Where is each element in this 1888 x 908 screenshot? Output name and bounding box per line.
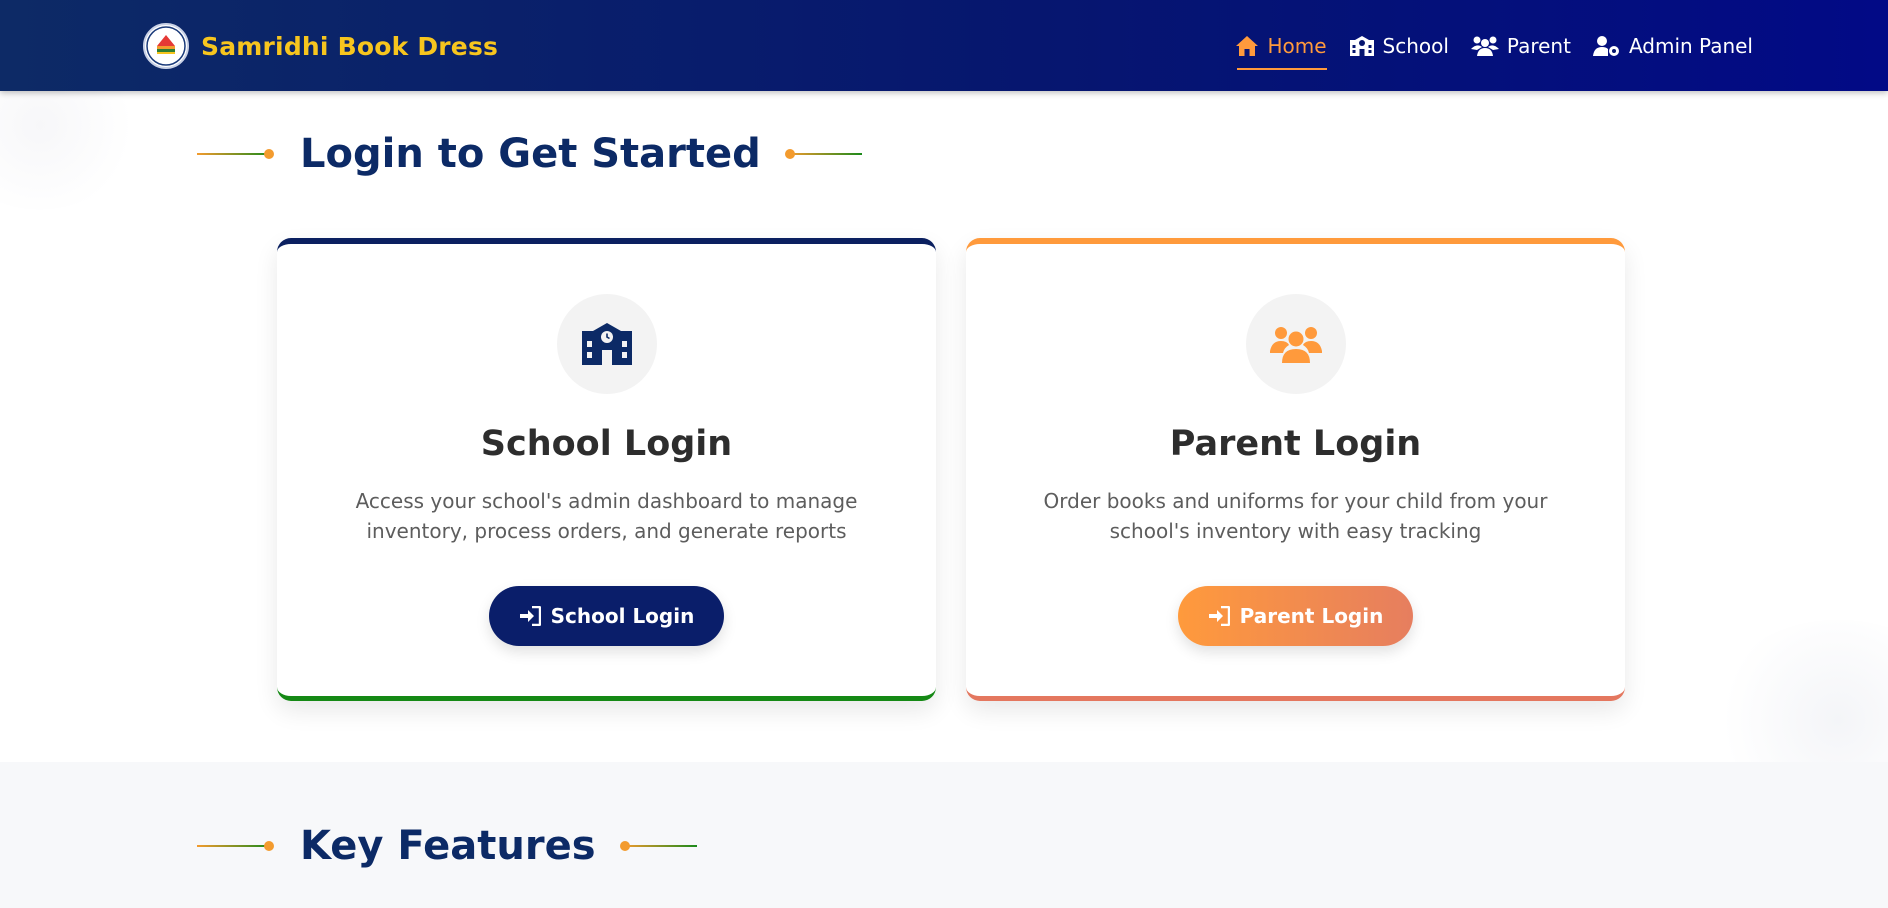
users-icon <box>1470 36 1499 56</box>
navbar: Samridhi Book Dress Home School Parent A… <box>0 0 1888 91</box>
user-cog-icon <box>1592 35 1619 56</box>
users-icon <box>1269 327 1322 363</box>
school-login-title: School Login <box>480 424 733 464</box>
parent-login-description: Order books and uniforms for your child … <box>1043 489 1548 543</box>
parent-login-title: Parent Login <box>1169 424 1422 464</box>
nav-home-label: Home <box>1267 33 1327 58</box>
main-nav: Home School Parent Admin Panel <box>1213 0 1753 91</box>
school-login-description: Access your school's admin dashboard to … <box>355 489 858 543</box>
brand-name: Samridhi Book Dress <box>201 31 499 61</box>
parent-login-card: Parent Login Order books and uniforms fo… <box>966 238 1625 701</box>
school-login-button-label: School Login <box>550 604 695 628</box>
sign-in-icon <box>519 606 541 626</box>
brand[interactable]: Samridhi Book Dress <box>143 23 498 69</box>
title-divider-left <box>197 149 274 159</box>
features-section-title: Key Features <box>300 823 596 869</box>
title-divider-right <box>619 841 697 851</box>
features-section-header: Key Features <box>197 823 697 869</box>
nav-admin-panel[interactable]: Admin Panel <box>1592 0 1753 91</box>
nav-school[interactable]: School <box>1349 0 1449 91</box>
nav-admin-panel-label: Admin Panel <box>1628 33 1753 58</box>
nav-parent-label: Parent <box>1506 33 1571 58</box>
title-divider-right <box>784 149 862 159</box>
parent-icon-circle <box>1245 294 1346 394</box>
school-login-button[interactable]: School Login <box>488 586 725 646</box>
title-divider-left <box>197 841 274 851</box>
school-icon <box>1349 35 1374 56</box>
school-login-card: School Login Access your school's admin … <box>277 238 936 701</box>
nav-home[interactable]: Home <box>1235 0 1327 91</box>
parent-login-button[interactable]: Parent Login <box>1177 586 1414 646</box>
brand-logo <box>143 23 189 69</box>
parent-login-button-label: Parent Login <box>1239 604 1384 628</box>
school-icon <box>581 323 632 365</box>
school-icon-circle <box>556 294 657 394</box>
login-section-header: Login to Get Started <box>197 131 862 177</box>
nav-parent[interactable]: Parent <box>1470 0 1571 91</box>
nav-school-label: School <box>1382 33 1449 58</box>
sign-in-icon <box>1208 606 1230 626</box>
login-section-title: Login to Get Started <box>300 131 761 177</box>
home-icon <box>1236 35 1259 56</box>
